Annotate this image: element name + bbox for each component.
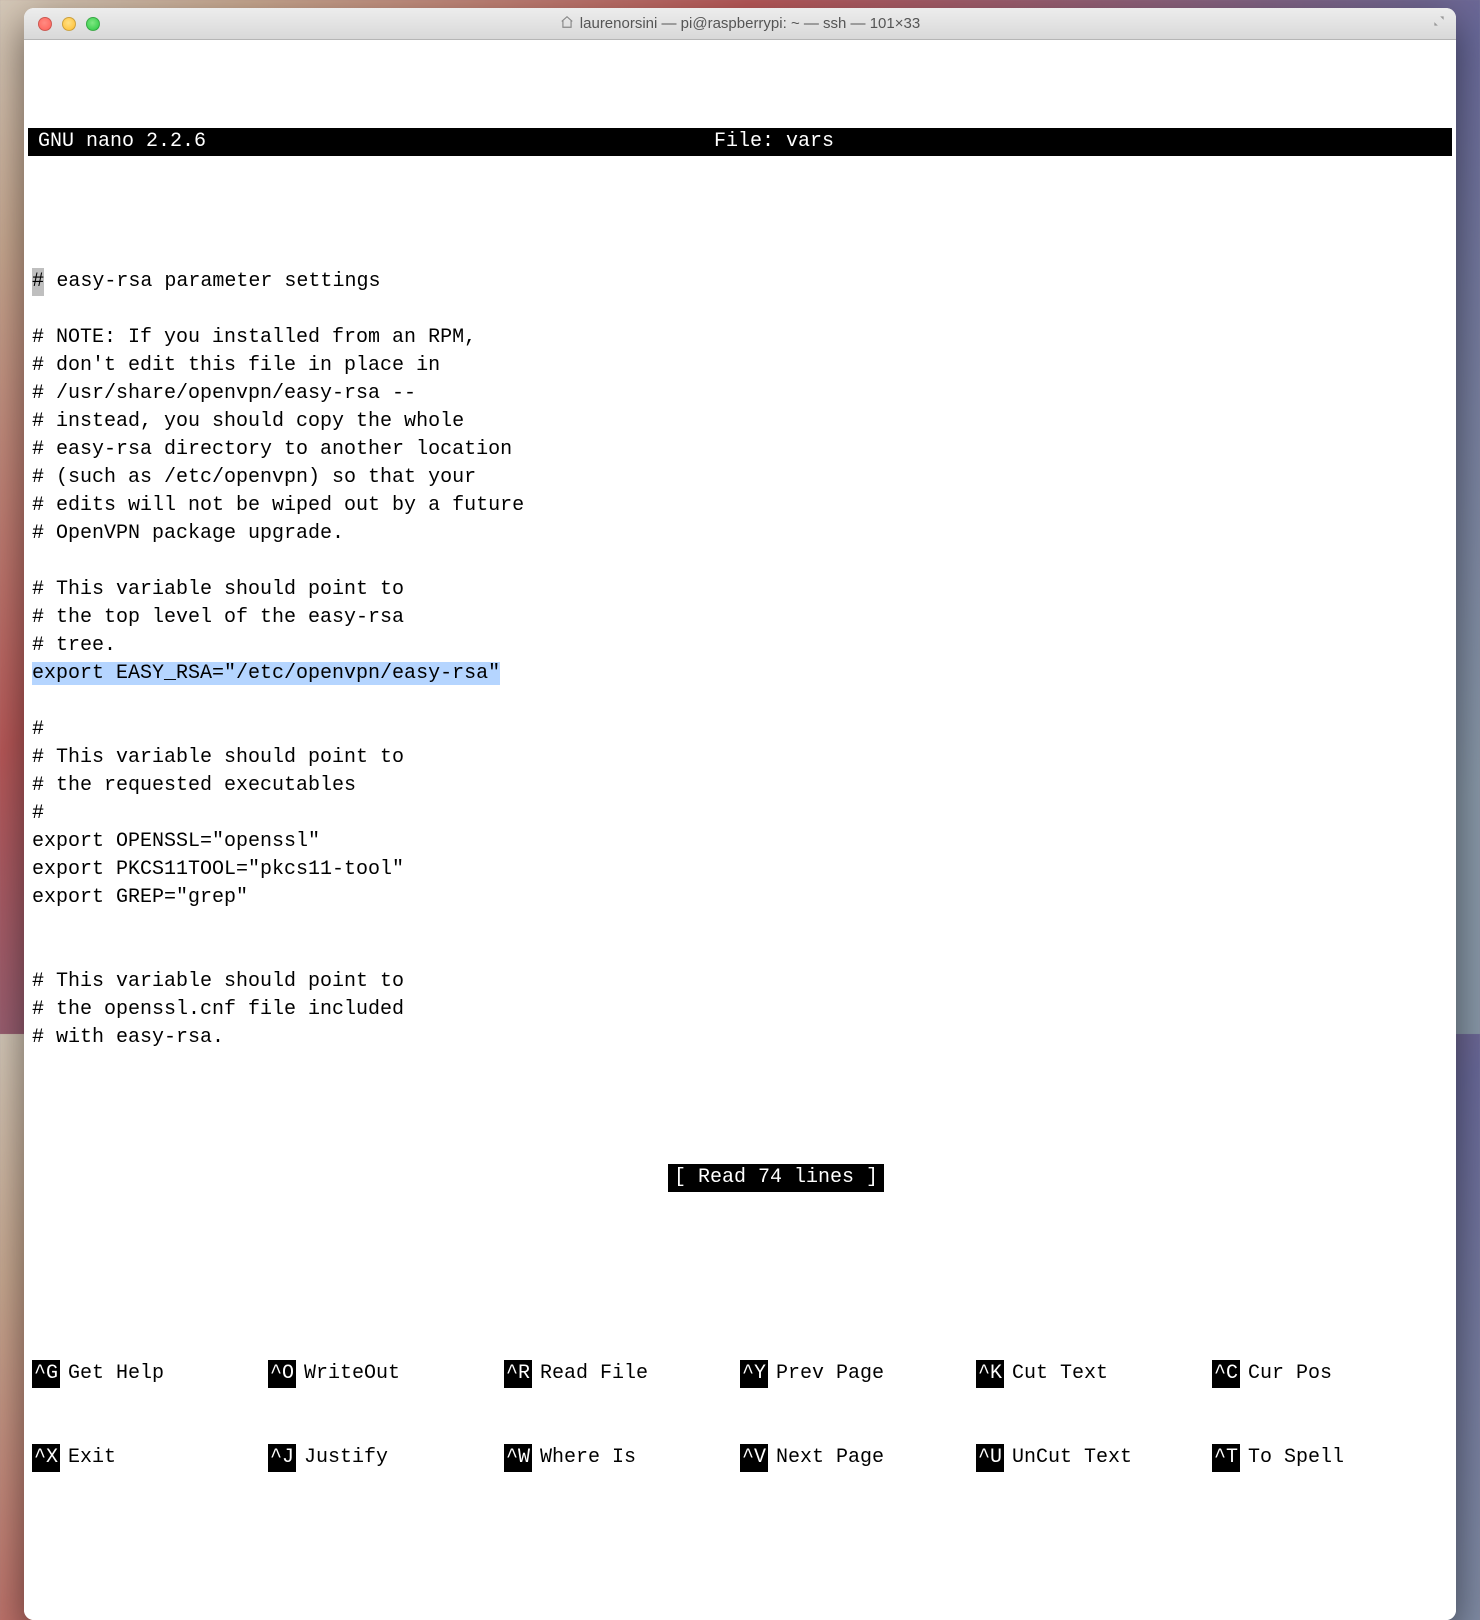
editor-line: # This variable should point to	[32, 970, 404, 993]
editor-body[interactable]: # easy-rsa parameter settings # NOTE: If…	[28, 240, 1452, 1052]
fullscreen-icon[interactable]	[1430, 14, 1448, 32]
shortcut-next-page[interactable]: ^V Next Page	[740, 1444, 976, 1472]
shortcut-key: ^V	[740, 1444, 768, 1472]
editor-line: # the top level of the easy-rsa	[32, 606, 404, 629]
editor-line: # with easy-rsa.	[32, 1026, 224, 1049]
editor-line: #	[32, 718, 44, 741]
editor-line: # NOTE: If you installed from an RPM,	[32, 326, 476, 349]
shortcut-key: ^U	[976, 1444, 1004, 1472]
shortcut-cut-text[interactable]: ^K Cut Text	[976, 1360, 1212, 1388]
shortcut-key: ^C	[1212, 1360, 1240, 1388]
editor-line: export PKCS11TOOL="pkcs11-tool"	[32, 858, 404, 881]
editor-line: # (such as /etc/openvpn) so that your	[32, 466, 476, 489]
titlebar[interactable]: laurenorsini — pi@raspberrypi: ~ — ssh —…	[24, 8, 1456, 40]
editor-line: # easy-rsa parameter settings	[32, 270, 380, 293]
shortcut-label: Cur Pos	[1248, 1360, 1332, 1388]
window-title: laurenorsini — pi@raspberrypi: ~ — ssh —…	[24, 15, 1456, 32]
editor-line: # the openssl.cnf file included	[32, 998, 404, 1021]
shortcut-label: UnCut Text	[1012, 1444, 1132, 1472]
shortcut-label: Get Help	[68, 1360, 164, 1388]
editor-line: # instead, you should copy the whole	[32, 410, 464, 433]
editor-line: export EASY_RSA="/etc/openvpn/easy-rsa"	[32, 662, 500, 685]
shortcut-label: Read File	[540, 1360, 648, 1388]
shortcut-read-file[interactable]: ^R Read File	[504, 1360, 740, 1388]
nano-status-text: [ Read 74 lines ]	[668, 1164, 884, 1192]
shortcut-cur-pos[interactable]: ^C Cur Pos	[1212, 1360, 1448, 1388]
shortcut-writeout[interactable]: ^O WriteOut	[268, 1360, 504, 1388]
shortcut-get-help[interactable]: ^G Get Help	[32, 1360, 268, 1388]
shortcut-label: To Spell	[1248, 1444, 1344, 1472]
shortcut-prev-page[interactable]: ^Y Prev Page	[740, 1360, 976, 1388]
editor-line: # edits will not be wiped out by a futur…	[32, 494, 524, 517]
nano-shortcuts: ^G Get Help ^O WriteOut ^R Read File ^Y Prev…	[28, 1304, 1452, 1528]
terminal-window: laurenorsini — pi@raspberrypi: ~ — ssh —…	[24, 8, 1456, 1620]
shortcut-key: ^Y	[740, 1360, 768, 1388]
shortcut-label: Justify	[304, 1444, 388, 1472]
editor-line: # don't edit this file in place in	[32, 354, 440, 377]
shortcut-label: Next Page	[776, 1444, 884, 1472]
cursor: #	[32, 268, 44, 296]
shortcut-key: ^W	[504, 1444, 532, 1472]
editor-line: # OpenVPN package upgrade.	[32, 522, 344, 545]
shortcut-label: Where Is	[540, 1444, 636, 1472]
shortcut-label: Prev Page	[776, 1360, 884, 1388]
nano-status: [ Read 74 lines ]	[28, 1136, 1452, 1220]
editor-line: # the requested executables	[32, 774, 356, 797]
nano-file-name: File: vars	[106, 128, 1442, 156]
editor-line: # tree.	[32, 634, 116, 657]
shortcut-justify[interactable]: ^J Justify	[268, 1444, 504, 1472]
selected-line: export EASY_RSA="/etc/openvpn/easy-rsa"	[32, 662, 500, 685]
editor-line: # This variable should point to	[32, 578, 404, 601]
zoom-button[interactable]	[86, 17, 100, 31]
window-title-text: laurenorsini — pi@raspberrypi: ~ — ssh —…	[580, 15, 920, 32]
terminal-content[interactable]: GNU nano 2.2.6 File: vars # easy-rsa par…	[24, 40, 1456, 1620]
home-icon	[560, 15, 574, 32]
shortcut-key: ^G	[32, 1360, 60, 1388]
shortcut-uncut-text[interactable]: ^U UnCut Text	[976, 1444, 1212, 1472]
shortcut-label: Cut Text	[1012, 1360, 1108, 1388]
shortcut-key: ^K	[976, 1360, 1004, 1388]
shortcut-key: ^R	[504, 1360, 532, 1388]
close-button[interactable]	[38, 17, 52, 31]
minimize-button[interactable]	[62, 17, 76, 31]
shortcut-where-is[interactable]: ^W Where Is	[504, 1444, 740, 1472]
shortcut-row: ^XExit ^JJustify ^WWhere Is ^VNext Page …	[32, 1444, 1448, 1472]
shortcut-key: ^T	[1212, 1444, 1240, 1472]
nano-header: GNU nano 2.2.6 File: vars	[28, 128, 1452, 156]
shortcut-label: WriteOut	[304, 1360, 400, 1388]
editor-line: # easy-rsa directory to another location	[32, 438, 512, 461]
editor-line: #	[32, 802, 44, 825]
shortcut-exit[interactable]: ^X Exit	[32, 1444, 268, 1472]
editor-line: export GREP="grep"	[32, 886, 248, 909]
editor-line: # /usr/share/openvpn/easy-rsa --	[32, 382, 416, 405]
shortcut-label: Exit	[68, 1444, 116, 1472]
shortcut-key: ^J	[268, 1444, 296, 1472]
shortcut-row: ^G Get Help ^O WriteOut ^R Read File ^Y Prev…	[32, 1360, 1448, 1388]
shortcut-to-spell[interactable]: ^T To Spell	[1212, 1444, 1448, 1472]
traffic-lights	[24, 17, 100, 31]
editor-line: # This variable should point to	[32, 746, 404, 769]
shortcut-key: ^O	[268, 1360, 296, 1388]
shortcut-key: ^X	[32, 1444, 60, 1472]
editor-line: export OPENSSL="openssl"	[32, 830, 320, 853]
